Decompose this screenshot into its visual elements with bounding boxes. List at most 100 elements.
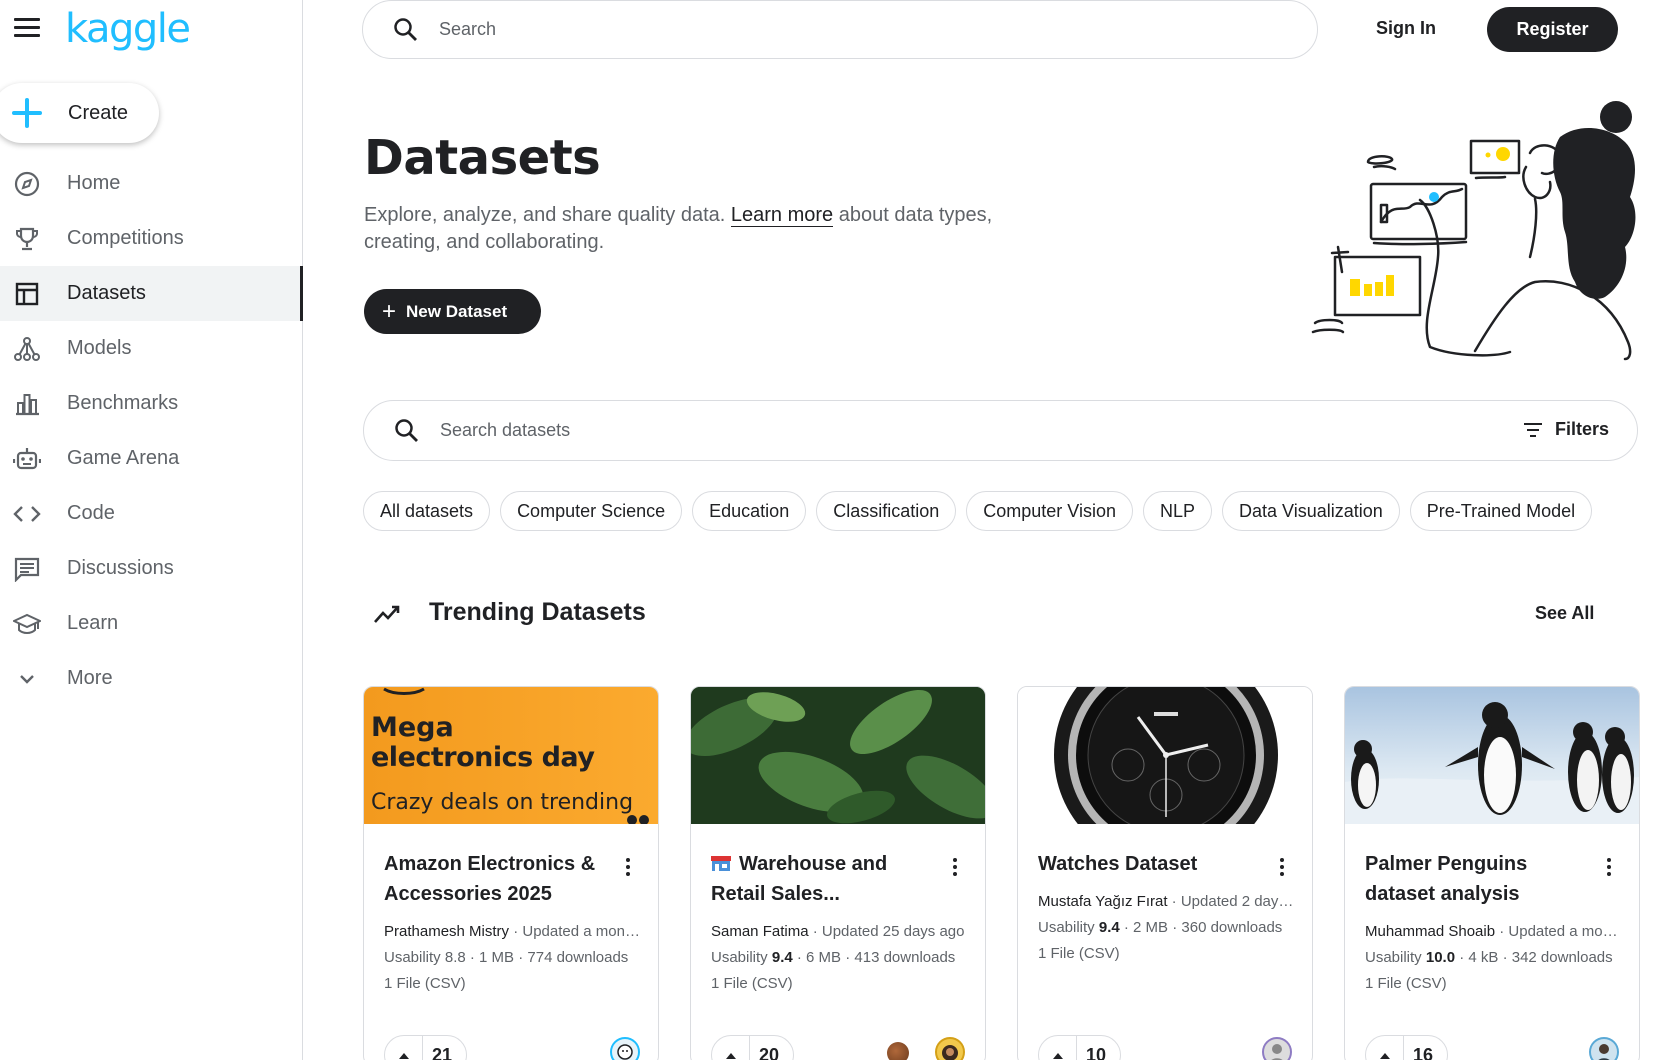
dataset-files: 1 File (CSV) (1038, 945, 1120, 962)
sidebar-item-datasets[interactable]: Datasets (0, 266, 303, 321)
sidebar-item-home[interactable]: Home (0, 156, 303, 211)
dataset-card[interactable]: Palmer Penguins dataset analysis Muhamma… (1344, 686, 1640, 1060)
dataset-title[interactable]: Amazon Electronics & Accessories 2025 (384, 849, 604, 909)
dataset-title[interactable]: Warehouse and Retail Sales... (711, 849, 941, 909)
dataset-stats: Usability 9.4 · 6 MB · 413 downloads (711, 949, 971, 966)
dataset-search-input[interactable] (440, 420, 1040, 441)
description-text: Explore, analyze, and share quality data… (364, 204, 731, 226)
author-link[interactable]: Muhammad Shoaib (1365, 923, 1496, 940)
sidebar-item-game-arena[interactable]: Game Arena (0, 431, 303, 486)
sidebar-item-label: Code (67, 502, 115, 524)
upvote-button[interactable] (712, 1036, 750, 1060)
stats-text: · 6 MB · 413 downloads (792, 949, 956, 966)
sidebar-item-competitions[interactable]: Competitions (0, 211, 303, 266)
chip-computer-science[interactable]: Computer Science (500, 491, 683, 531)
plus-icon: + (382, 297, 397, 325)
sidebar-item-more[interactable]: More (0, 651, 303, 706)
more-vert-icon[interactable] (1272, 857, 1292, 877)
sidebar-item-label: Home (67, 172, 121, 194)
usability-score: 10.0 (1425, 949, 1456, 966)
vote-widget: 16 (1365, 1035, 1448, 1060)
dataset-card[interactable]: Mega electronics day Crazy deals on tren… (363, 686, 659, 1060)
sidebar-item-label: Datasets (67, 282, 146, 304)
author-link[interactable]: Prathamesh Mistry (384, 923, 510, 940)
avatar[interactable] (935, 1037, 965, 1060)
updated-text: · Updated 25 days ago (808, 923, 965, 940)
thumbnail-text: electronics day (371, 742, 595, 773)
chip-education[interactable]: Education (692, 491, 807, 531)
avatar[interactable] (1589, 1037, 1619, 1060)
new-dataset-button[interactable]: + New Dataset (364, 289, 541, 334)
chip-nlp[interactable]: NLP (1142, 491, 1212, 531)
avatar[interactable] (610, 1037, 640, 1060)
dataset-thumbnail: Mega electronics day Crazy deals on tren… (364, 687, 658, 824)
sidebar-item-learn[interactable]: Learn (0, 596, 303, 651)
sidebar-item-discussions[interactable]: Discussions (0, 541, 303, 596)
menu-icon[interactable] (14, 18, 40, 40)
sidebar-item-label: Game Arena (67, 447, 180, 469)
sign-in-link[interactable]: Sign In (1376, 18, 1436, 39)
upvote-button[interactable] (1039, 1036, 1077, 1060)
updated-text: · Updated a month ago (513, 923, 644, 940)
trending-icon (374, 605, 400, 623)
usability-label: Usability (384, 949, 445, 966)
vote-count: 21 (432, 1044, 453, 1060)
stats-text: · 4 kB · 342 downloads (1455, 949, 1613, 966)
usability-label: Usability (711, 949, 772, 966)
chip-data-visualization[interactable]: Data Visualization (1222, 491, 1400, 531)
dataset-card[interactable]: Watches Dataset Mustafa Yağız Fırat · Up… (1017, 686, 1313, 1060)
page-title: Datasets (364, 130, 601, 186)
section-title: Trending Datasets (429, 598, 646, 626)
chip-classification[interactable]: Classification (816, 491, 957, 531)
avatar[interactable] (887, 1042, 909, 1060)
trophy-icon (13, 225, 41, 253)
sidebar: kaggle Create Home Competitions Datasets (0, 0, 303, 1060)
dataset-meta: Mustafa Yağız Fırat · Updated 2 days ago (1038, 893, 1298, 910)
more-vert-icon[interactable] (618, 857, 638, 877)
sidebar-item-code[interactable]: Code (0, 486, 303, 541)
author-link[interactable]: Mustafa Yağız Fırat (1038, 893, 1168, 910)
vote-widget: 20 (711, 1035, 794, 1060)
learn-more-link[interactable]: Learn more (730, 204, 834, 227)
global-search-bar (362, 0, 1318, 59)
usability-score: 9.4 (771, 949, 793, 966)
compass-icon (13, 170, 41, 198)
upvote-button[interactable] (385, 1036, 423, 1060)
register-button[interactable]: Register (1487, 7, 1618, 52)
vote-widget: 21 (384, 1035, 467, 1060)
upvote-button[interactable] (1366, 1036, 1404, 1060)
kaggle-logo[interactable]: kaggle (65, 6, 191, 52)
sidebar-item-models[interactable]: Models (0, 321, 303, 376)
dataset-title[interactable]: Palmer Penguins dataset analysis (1365, 849, 1585, 909)
dataset-files: 1 File (CSV) (711, 975, 793, 992)
thumbnail-text: Mega (371, 712, 454, 743)
avatar[interactable] (1262, 1037, 1292, 1060)
dataset-stats: Usability 10.0 · 4 kB · 342 downloads (1365, 949, 1625, 966)
dataset-card[interactable]: Warehouse and Retail Sales... Saman Fati… (690, 686, 986, 1060)
chip-computer-vision[interactable]: Computer Vision (966, 491, 1133, 531)
sidebar-item-label: Benchmarks (67, 392, 179, 414)
chip-all-datasets[interactable]: All datasets (363, 491, 491, 531)
dataset-meta: Saman Fatima · Updated 25 days ago (711, 923, 971, 940)
vote-count: 20 (759, 1044, 780, 1060)
vote-widget: 10 (1038, 1035, 1121, 1060)
more-vert-icon[interactable] (945, 857, 965, 877)
search-icon (394, 17, 417, 41)
sidebar-item-benchmarks[interactable]: Benchmarks (0, 376, 303, 431)
dataset-meta: Prathamesh Mistry · Updated a month ago (384, 923, 644, 940)
warehouse-icon (711, 851, 731, 871)
global-search-input[interactable] (439, 19, 1039, 40)
more-vert-icon[interactable] (1599, 857, 1619, 877)
see-all-link[interactable]: See All (1535, 603, 1594, 624)
bar-chart-icon (13, 390, 41, 418)
author-link[interactable]: Saman Fatima (711, 923, 809, 940)
chip-pre-trained-model[interactable]: Pre-Trained Model (1409, 491, 1593, 531)
thumbnail-text: Crazy deals on trending (371, 790, 634, 815)
comment-icon (13, 555, 41, 583)
create-button[interactable]: Create (0, 83, 159, 143)
filters-button[interactable]: Filters (1523, 419, 1609, 440)
search-icon (395, 418, 418, 442)
dataset-title[interactable]: Watches Dataset (1038, 849, 1258, 879)
plus-icon (12, 98, 42, 128)
school-icon (13, 610, 41, 638)
